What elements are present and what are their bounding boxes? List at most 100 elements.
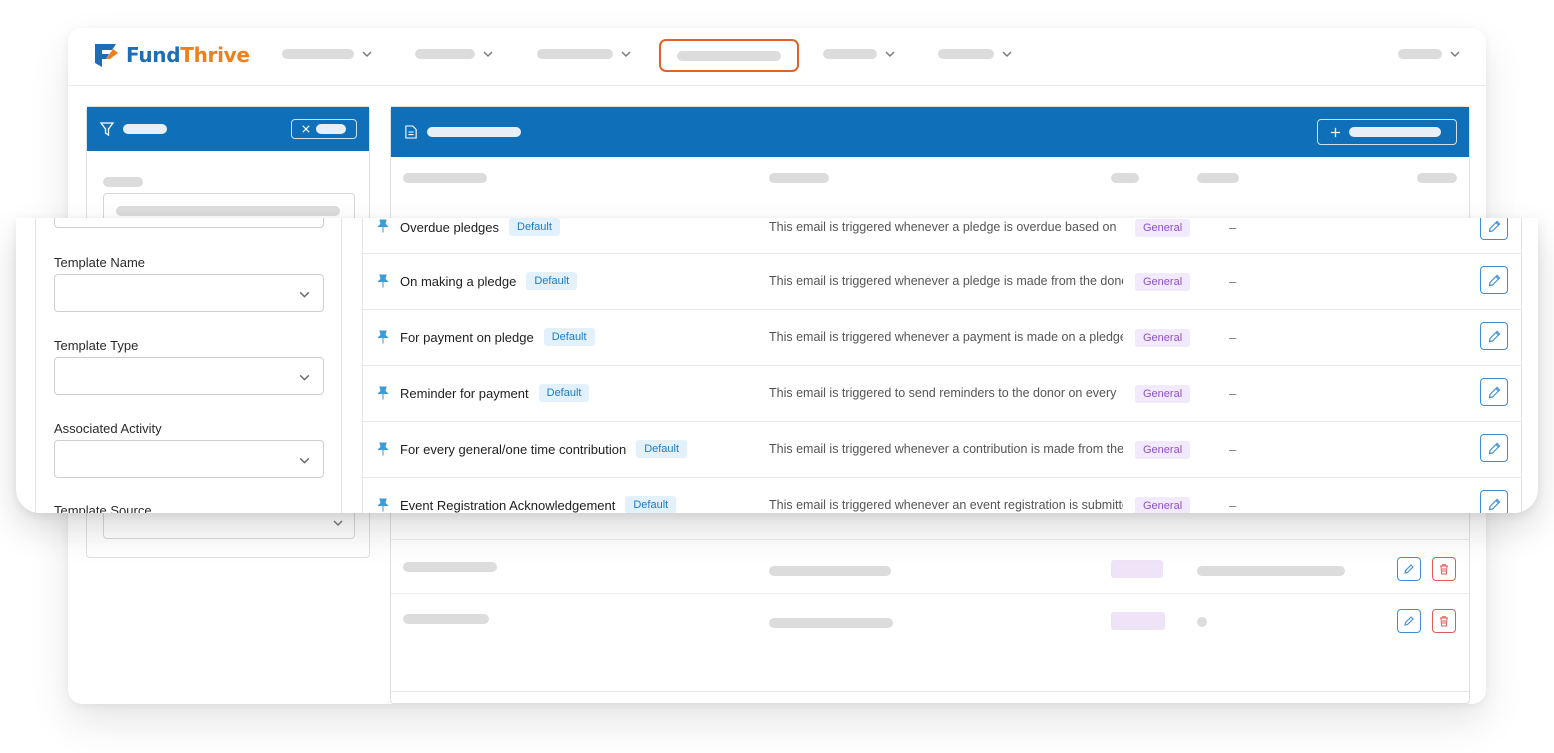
default-badge: Default	[509, 218, 560, 236]
category-badge: General	[1135, 385, 1191, 403]
pin-icon	[377, 219, 389, 233]
row-extra-placeholder	[1197, 617, 1207, 627]
template-description: This email is triggered whenever a contr…	[769, 442, 1123, 456]
associated-activity-select[interactable]	[54, 440, 324, 478]
trash-icon	[1440, 564, 1448, 575]
table-row[interactable]: On making a pledge Default This email is …	[363, 254, 1521, 310]
template-type-select[interactable]	[54, 357, 324, 395]
table-row[interactable]	[391, 593, 1469, 647]
template-name: For payment on pledge Default	[400, 328, 595, 346]
nav-label-placeholder	[415, 49, 475, 59]
field-label-placeholder	[103, 177, 143, 187]
add-template-button[interactable]	[1317, 119, 1457, 145]
chevron-down-icon	[885, 51, 895, 57]
brand-logo[interactable]: FundThrive	[92, 40, 250, 70]
nav-label-placeholder	[677, 51, 781, 61]
top-navbar: FundThrive	[68, 28, 1486, 86]
template-name: For every general/one time contribution D…	[400, 440, 688, 458]
edit-button[interactable]	[1397, 609, 1421, 633]
brand-name: FundThrive	[126, 43, 250, 67]
pin-icon	[377, 498, 389, 512]
edit-button[interactable]	[1480, 266, 1508, 294]
table-row[interactable]: Overdue pledges Default This email is tri…	[363, 218, 1521, 254]
document-icon	[405, 125, 417, 139]
template-name-text: Overdue pledges	[400, 219, 500, 235]
nav-menu-6[interactable]	[938, 46, 1013, 62]
category-badge: General	[1135, 497, 1191, 513]
edit-button[interactable]	[1480, 378, 1508, 406]
filter-title-placeholder	[123, 124, 167, 134]
nav-menu-5[interactable]	[823, 46, 896, 62]
table-row[interactable]: For every general/one time contribution D…	[363, 422, 1521, 478]
pencil-icon	[1488, 274, 1500, 286]
nav-menu-active[interactable]	[659, 39, 799, 72]
zoomed-detail-card: Template Name Template Type Associated A…	[16, 218, 1538, 513]
funnel-icon	[99, 122, 115, 137]
default-badge: Default	[625, 496, 677, 513]
chevron-down-icon	[299, 457, 310, 464]
pencil-icon	[1488, 498, 1500, 510]
edit-button[interactable]	[1397, 557, 1421, 581]
pencil-icon	[1488, 386, 1500, 398]
pencil-icon	[1488, 220, 1500, 232]
filter-panel-header	[87, 107, 369, 151]
chevron-down-icon	[1002, 51, 1012, 57]
filter-label: Template Source	[54, 503, 152, 513]
edit-button[interactable]	[1480, 322, 1508, 350]
column-header-category	[1111, 173, 1139, 183]
template-name-text: For payment on pledge	[400, 329, 534, 345]
table-row[interactable]: For payment on pledge Default This email …	[363, 310, 1521, 366]
table-row[interactable]: Event Registration Acknowledgement Defaul…	[363, 478, 1521, 513]
pin-icon	[377, 386, 389, 400]
clear-filters-button[interactable]	[291, 119, 357, 139]
template-description: This email is triggered whenever a payme…	[769, 330, 1123, 344]
pin-icon	[377, 442, 389, 456]
pin-icon	[377, 330, 389, 344]
pin-icon	[377, 274, 389, 288]
extra-value: –	[1229, 386, 1237, 401]
search-field-zoomed[interactable]	[54, 218, 324, 228]
filter-panel-zoomed: Template Name Template Type Associated A…	[35, 218, 342, 513]
nav-menu-3[interactable]	[537, 46, 632, 62]
template-description: This email is triggered whenever a pledg…	[769, 274, 1123, 288]
category-badge: General	[1135, 219, 1191, 237]
edit-button[interactable]	[1480, 434, 1508, 462]
extra-value: –	[1229, 220, 1237, 235]
template-name-text: For every general/one time contribution	[400, 441, 627, 457]
nav-label-placeholder	[282, 49, 354, 59]
template-description: This email is triggered whenever a pledg…	[769, 220, 1117, 234]
close-icon	[302, 125, 310, 133]
template-name-text: Event Registration Acknowledgement	[400, 497, 616, 513]
edit-button[interactable]	[1480, 218, 1508, 240]
delete-button[interactable]	[1432, 557, 1456, 581]
default-badge: Default	[538, 384, 590, 402]
panel-title-placeholder	[427, 127, 521, 137]
template-name: Event Registration Acknowledgement Defaul…	[400, 496, 677, 513]
template-name-select[interactable]	[54, 274, 324, 312]
nav-menu-1[interactable]	[282, 46, 373, 62]
category-badge: General	[1135, 273, 1191, 291]
edit-button[interactable]	[1480, 490, 1508, 513]
filter-label: Template Name	[54, 255, 146, 270]
template-name: Reminder for payment Default	[400, 384, 590, 402]
table-row[interactable]	[391, 539, 1469, 593]
chevron-down-icon	[1450, 51, 1460, 57]
column-header-description	[769, 173, 829, 183]
delete-button[interactable]	[1432, 609, 1456, 633]
extra-value: –	[1229, 274, 1237, 289]
template-name: On making a pledge Default	[400, 272, 578, 290]
nav-label-placeholder	[938, 49, 994, 59]
templates-list-zoomed: Overdue pledges Default This email is tri…	[362, 218, 1522, 513]
default-badge: Default	[636, 440, 688, 458]
default-badge: Default	[543, 328, 595, 346]
user-menu[interactable]	[1398, 46, 1461, 62]
template-name: Overdue pledges Default	[400, 218, 560, 236]
row-name-placeholder	[403, 614, 489, 624]
nav-menu-2[interactable]	[415, 46, 494, 62]
pencil-icon	[1404, 564, 1414, 574]
column-header-extra	[1197, 173, 1239, 183]
template-name-text: On making a pledge	[400, 273, 517, 289]
template-name-text: Reminder for payment	[400, 385, 529, 401]
table-row[interactable]: Reminder for payment Default This email i…	[363, 366, 1521, 422]
fundthrive-logo-icon	[95, 44, 118, 67]
